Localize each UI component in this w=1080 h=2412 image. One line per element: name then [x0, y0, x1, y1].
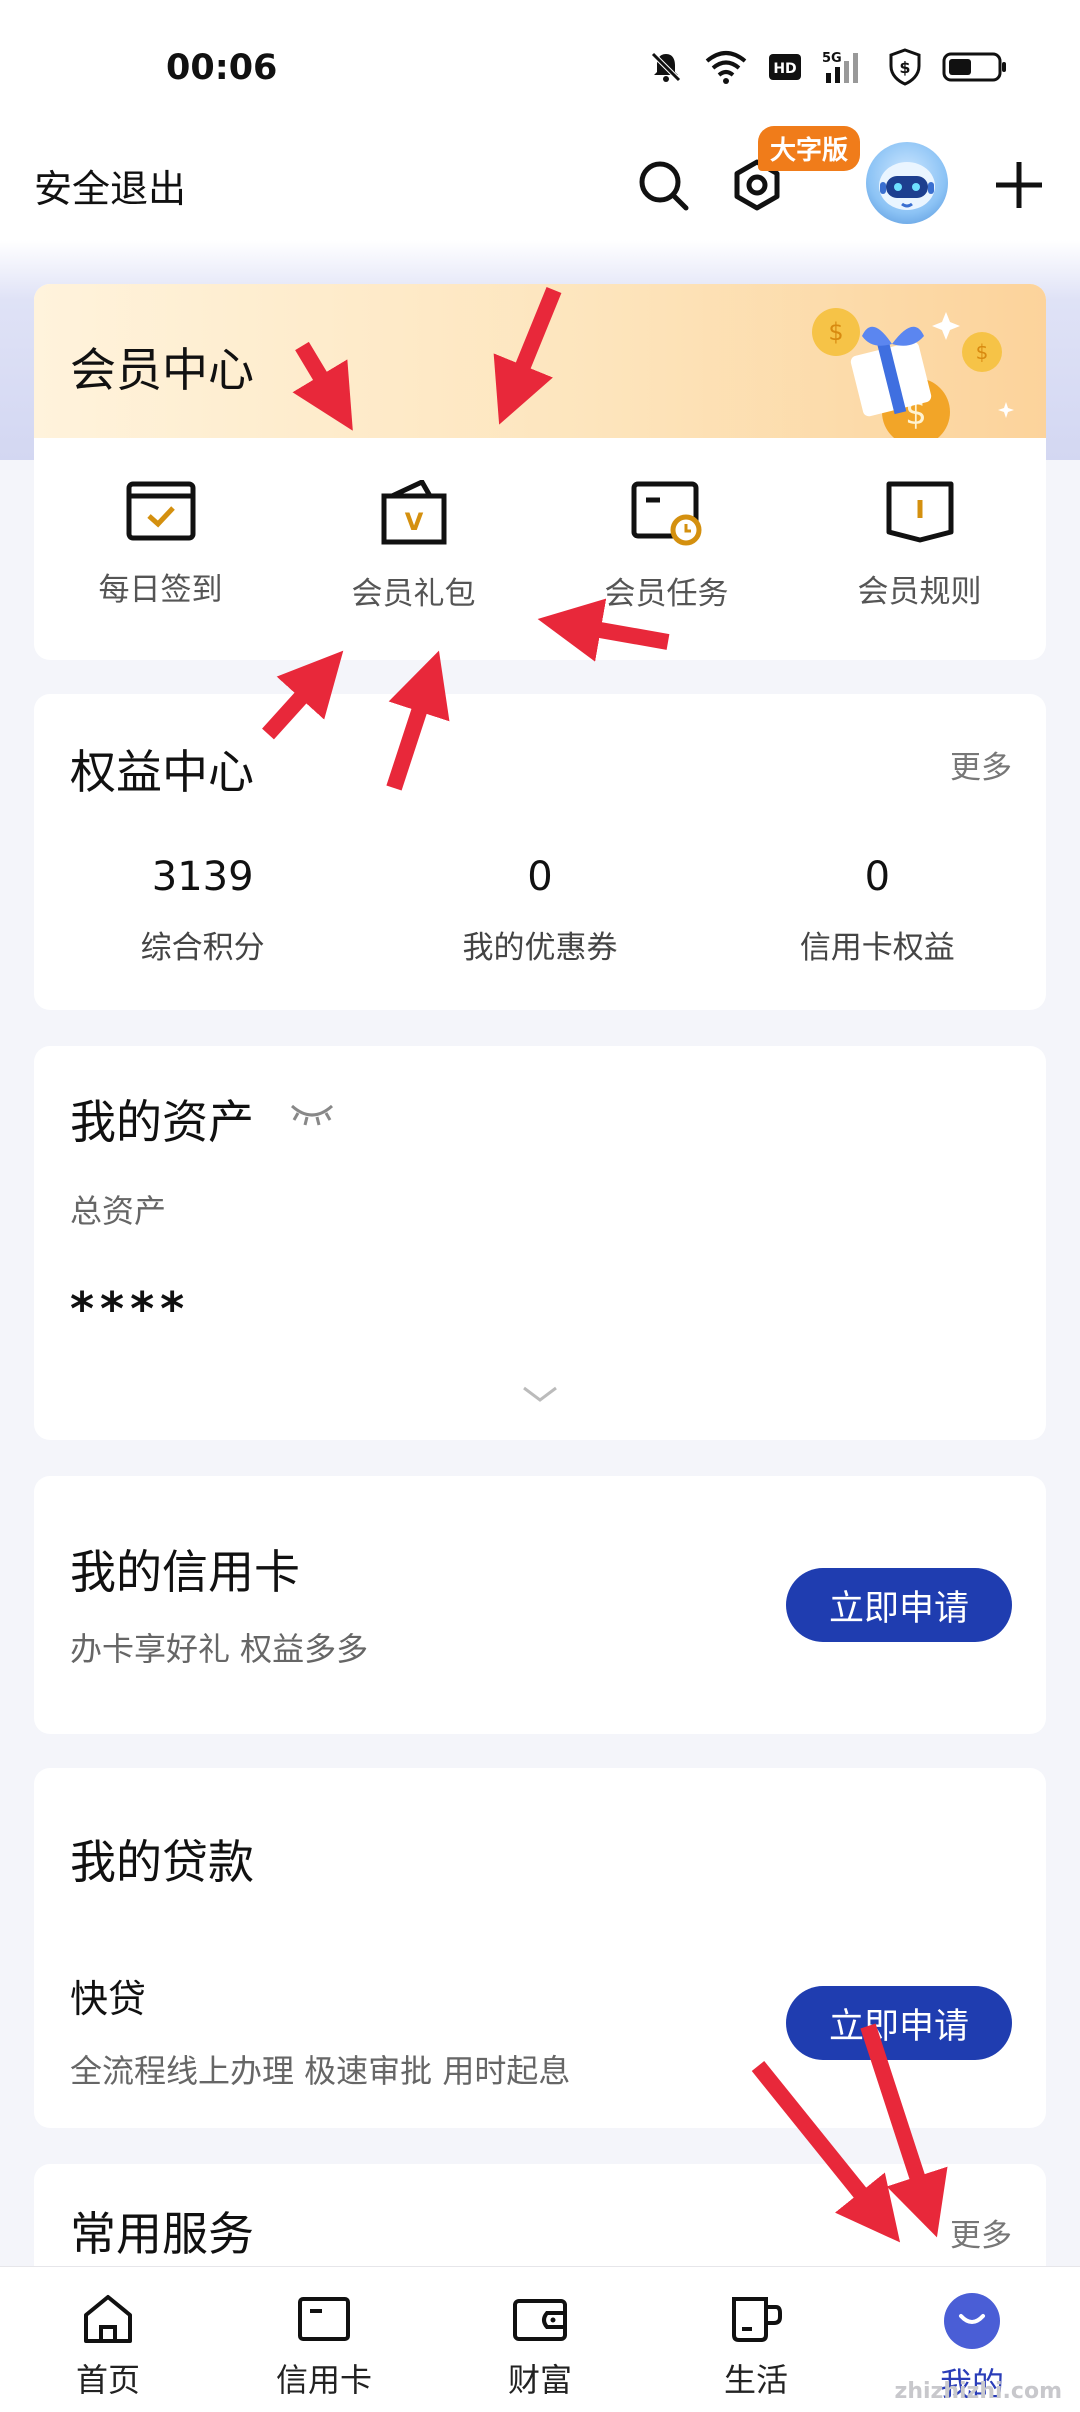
gift-coins-illustration: $ $ $	[812, 308, 1014, 438]
home-icon	[84, 2295, 132, 2343]
loan-product-name: 快贷	[70, 1977, 147, 2021]
battery-icon	[942, 52, 1006, 82]
member-task-item[interactable]: 会员任务	[540, 480, 793, 613]
assets-card: 我的资产 总资产 ****	[34, 1046, 1046, 1440]
points-value: 3139	[151, 854, 254, 900]
svg-text:$: $	[828, 318, 843, 346]
eye-closed-icon[interactable]	[288, 1098, 336, 1128]
profile-smile-icon	[944, 2293, 1000, 2349]
loan-title: 我的贷款	[70, 1835, 254, 1889]
svg-text:5G: 5G	[822, 51, 842, 66]
robot-assistant-icon	[879, 162, 935, 210]
credit-card-subtitle: 办卡享好礼 权益多多	[70, 1630, 369, 1668]
card-rights-value: 0	[864, 854, 891, 900]
member-actions: 每日签到 V 会员礼包 会员任务 会员规则	[34, 480, 1046, 613]
search-button[interactable]	[628, 150, 698, 220]
member-gift-item[interactable]: V 会员礼包	[287, 480, 540, 613]
credit-card-icon	[298, 2297, 350, 2341]
rights-more-link[interactable]: 更多	[950, 742, 1012, 787]
credit-apply-button[interactable]: 立即申请	[786, 1568, 1012, 1642]
task-clock-icon	[631, 481, 701, 546]
gift-bag-icon: V	[381, 480, 446, 545]
rights-center-card: 权益中心 更多 3139 综合积分 0 我的优惠券 0 信用卡权益	[34, 694, 1046, 1010]
svg-text:$: $	[899, 58, 910, 77]
signal-5g-icon: 5G	[822, 51, 858, 83]
daily-checkin-label: 每日签到	[98, 572, 223, 608]
member-rules-label: 会员规则	[857, 574, 982, 610]
member-center-header: 会员中心 $ $ $	[34, 284, 1046, 438]
coupons-label: 我的优惠券	[462, 930, 618, 966]
total-assets-value: ****	[70, 1282, 191, 1336]
credit-card-card: 我的信用卡 办卡享好礼 权益多多 立即申请	[34, 1476, 1046, 1734]
svg-text:V: V	[404, 508, 423, 536]
calendar-check-icon	[126, 481, 195, 541]
tab-credit-card[interactable]: 信用卡	[216, 2267, 432, 2412]
member-rules-item[interactable]: 会员规则	[793, 480, 1046, 613]
add-button[interactable]	[984, 150, 1054, 220]
total-assets-label: 总资产	[70, 1192, 167, 1230]
loan-card: 我的贷款 快贷 全流程线上办理 极速审批 用时起息 立即申请	[34, 1768, 1046, 2128]
mute-bell-icon	[651, 52, 681, 82]
rights-stats: 3139 综合积分 0 我的优惠券 0 信用卡权益	[34, 854, 1046, 967]
cup-icon	[732, 2297, 782, 2342]
loan-apply-button[interactable]: 立即申请	[786, 1986, 1012, 2060]
card-rights-label: 信用卡权益	[799, 930, 955, 966]
rights-center-title: 权益中心	[70, 745, 254, 799]
logout-link[interactable]: 安全退出	[34, 158, 186, 213]
rulebook-icon	[886, 481, 953, 543]
status-time: 00:06	[166, 48, 278, 88]
member-task-label: 会员任务	[604, 576, 729, 612]
tab-credit-card-label: 信用卡	[275, 2361, 372, 2399]
search-icon	[639, 161, 689, 211]
member-gift-label: 会员礼包	[351, 576, 476, 612]
svg-text:HD: HD	[773, 61, 796, 77]
plus-icon	[996, 162, 1042, 208]
status-icons: HD 5G $	[648, 48, 1008, 86]
wifi-icon	[705, 51, 747, 84]
tab-life[interactable]: 生活	[648, 2267, 864, 2412]
svg-text:$: $	[976, 340, 989, 364]
services-title: 常用服务	[70, 2207, 254, 2261]
tab-home[interactable]: 首页	[0, 2267, 216, 2412]
wallet-icon	[513, 2299, 567, 2341]
assistant-avatar[interactable]	[866, 142, 948, 224]
card-rights-stat[interactable]: 0 信用卡权益	[709, 854, 1046, 967]
status-bar: 00:06 HD 5G $	[0, 0, 1080, 130]
coupons-value: 0	[527, 854, 553, 900]
tab-home-label: 首页	[75, 2361, 140, 2399]
chevron-down-icon[interactable]	[520, 1384, 560, 1406]
services-more-link[interactable]: 更多	[950, 2210, 1012, 2255]
large-font-badge[interactable]: 大字版	[758, 126, 861, 171]
points-label: 综合积分	[140, 930, 265, 966]
tab-life-label: 生活	[723, 2361, 788, 2399]
tab-wealth-label: 财富	[507, 2361, 572, 2399]
tab-wealth[interactable]: 财富	[432, 2267, 648, 2412]
member-center-card: 会员中心 $ $ $ 每日签到 V 会员礼包 会员任务 会员规则	[34, 284, 1046, 660]
daily-checkin-item[interactable]: 每日签到	[34, 480, 287, 613]
top-header: 安全退出 大字版	[0, 126, 1080, 240]
credit-card-title: 我的信用卡	[70, 1545, 300, 1599]
assets-title: 我的资产	[70, 1095, 254, 1149]
watermark: zhizhizhi.com	[894, 2379, 1062, 2404]
loan-product-desc: 全流程线上办理 极速审批 用时起息	[70, 2052, 571, 2090]
points-stat[interactable]: 3139 综合积分	[34, 854, 371, 967]
coupons-stat[interactable]: 0 我的优惠券	[371, 854, 708, 967]
hd-icon: HD	[769, 54, 801, 80]
shield-dollar-icon: $	[889, 48, 921, 86]
member-center-title: 会员中心	[70, 343, 254, 397]
